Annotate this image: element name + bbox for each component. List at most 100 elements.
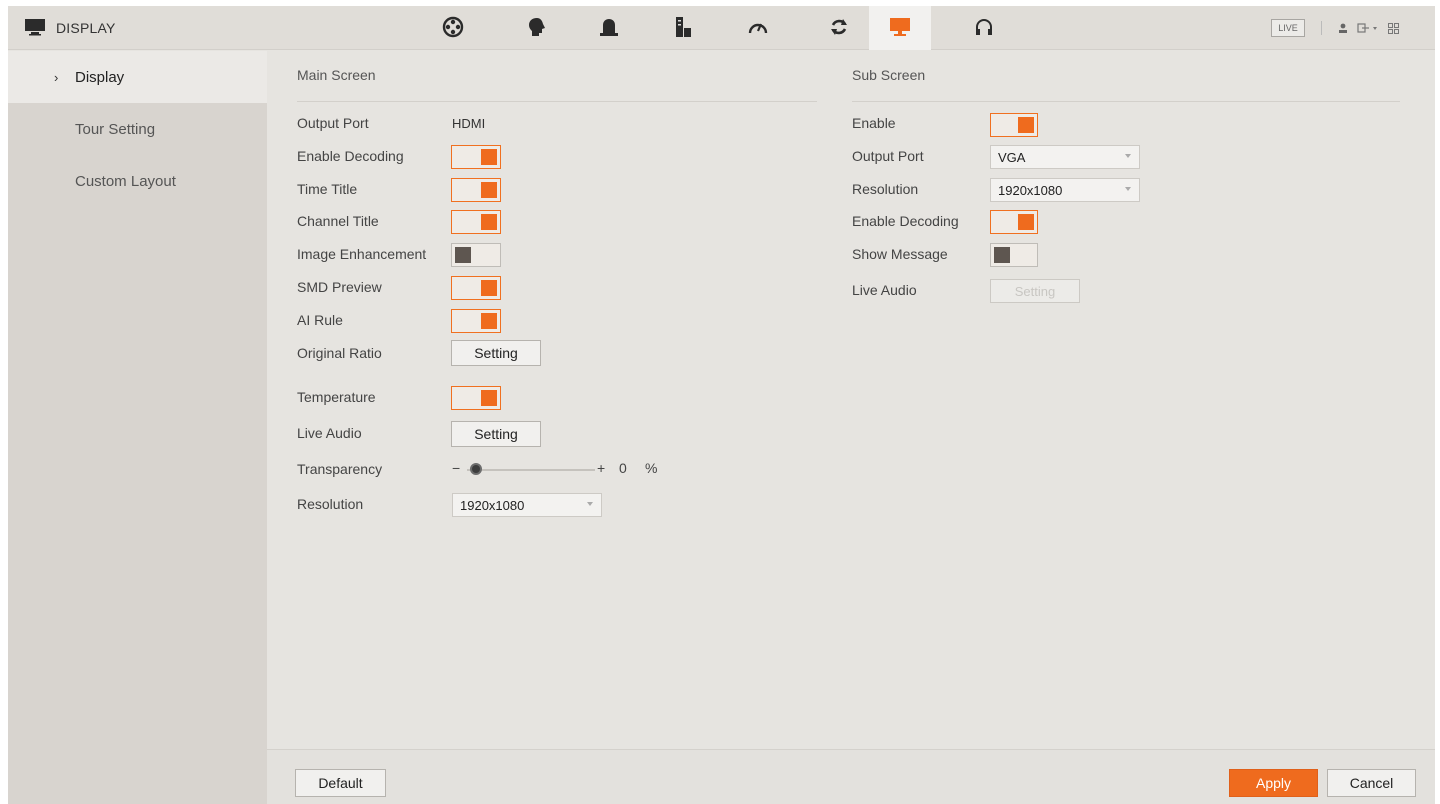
sidebar-item-tour-setting[interactable]: Tour Setting (8, 103, 267, 155)
channel-title-toggle[interactable] (451, 210, 501, 234)
toggle-knob (481, 280, 497, 296)
original-ratio-label: Original Ratio (297, 345, 382, 361)
app-title: DISPLAY (24, 6, 116, 50)
enable-decoding-label: Enable Decoding (297, 148, 404, 164)
temperature-toggle[interactable] (451, 386, 501, 410)
monitor-icon (889, 16, 911, 41)
cancel-button[interactable]: Cancel (1327, 769, 1416, 797)
tab-audio[interactable] (960, 6, 1008, 50)
monitor-icon (24, 18, 46, 39)
toggle-knob (455, 247, 471, 263)
sub-enable-label: Enable (852, 115, 896, 131)
tab-maintenance[interactable] (815, 6, 863, 50)
sidebar-item-display[interactable]: › Display (8, 51, 267, 103)
sidebar-item-label: Display (75, 68, 125, 86)
ai-rule-label: AI Rule (297, 312, 343, 328)
time-title-label: Time Title (297, 181, 358, 197)
sub-output-port-select[interactable]: VGA (990, 145, 1140, 169)
toggle-knob (481, 214, 497, 230)
resolution-label: Resolution (297, 496, 364, 512)
sub-screen-title: Sub Screen (852, 67, 926, 83)
chevron-down-icon (1125, 187, 1131, 191)
image-enhancement-label: Image Enhancement (297, 246, 427, 262)
sub-output-port-value: VGA (998, 149, 1026, 165)
default-button[interactable]: Default (295, 769, 386, 797)
main-screen-title: Main Screen (297, 67, 376, 83)
chevron-down-icon (587, 502, 593, 506)
enable-decoding-toggle[interactable] (451, 145, 501, 169)
main-panel: Main Screen Output Port HDMI Enable Deco… (267, 51, 1435, 749)
sub-enable-decoding-label: Enable Decoding (852, 213, 959, 229)
sub-output-port-label: Output Port (852, 148, 924, 164)
transparency-decrease-button[interactable]: − (452, 460, 460, 476)
tab-display[interactable] (869, 6, 931, 50)
toggle-knob (1018, 214, 1034, 230)
sub-live-audio-label: Live Audio (852, 282, 917, 298)
toggle-knob (481, 390, 497, 406)
divider (297, 101, 817, 102)
transparency-increase-button[interactable]: + (597, 460, 605, 476)
chevron-right-icon: › (54, 69, 59, 85)
toggle-knob (481, 313, 497, 329)
resolution-select[interactable]: 1920x1080 (452, 493, 602, 517)
user-icon[interactable] (1336, 20, 1350, 36)
transparency-unit: % (645, 460, 658, 476)
gauge-icon (747, 18, 769, 39)
sidebar: › Display Tour Setting Custom Layout (8, 51, 267, 804)
divider (852, 101, 1400, 102)
original-ratio-setting-button[interactable]: Setting (451, 340, 541, 366)
sub-resolution-label: Resolution (852, 181, 919, 197)
image-enhancement-toggle[interactable] (451, 243, 501, 267)
apply-button[interactable]: Apply (1229, 769, 1318, 797)
tab-ai[interactable] (513, 6, 561, 50)
sidebar-item-label: Custom Layout (75, 172, 176, 190)
chevron-down-icon (1125, 154, 1131, 158)
output-port-value: HDMI (452, 116, 486, 131)
tab-storage[interactable] (659, 6, 707, 50)
temperature-label: Temperature (297, 389, 376, 405)
sub-live-audio-setting-button[interactable]: Setting (990, 279, 1080, 303)
tab-system-info[interactable] (734, 6, 782, 50)
show-message-toggle[interactable] (990, 243, 1038, 267)
output-port-label: Output Port (297, 115, 369, 131)
live-audio-setting-button[interactable]: Setting (451, 421, 541, 447)
grid-icon[interactable] (1386, 20, 1400, 36)
sub-resolution-value: 1920x1080 (998, 182, 1063, 198)
storage-icon (674, 16, 692, 41)
toggle-knob (481, 182, 497, 198)
divider (1321, 21, 1322, 35)
time-title-toggle[interactable] (451, 178, 501, 202)
refresh-icon (829, 17, 849, 40)
sub-resolution-select[interactable]: 1920x1080 (990, 178, 1140, 202)
page-title: DISPLAY (56, 20, 116, 36)
toggle-knob (1018, 117, 1034, 133)
alarm-bell-icon (598, 17, 620, 40)
film-reel-icon (442, 16, 464, 41)
toggle-knob (994, 247, 1010, 263)
sub-enable-decoding-toggle[interactable] (990, 210, 1038, 234)
show-message-label: Show Message (852, 246, 948, 262)
tab-alarm[interactable] (585, 6, 633, 50)
smd-preview-toggle[interactable] (451, 276, 501, 300)
toggle-knob (481, 149, 497, 165)
ai-rule-toggle[interactable] (451, 309, 501, 333)
smd-preview-label: SMD Preview (297, 279, 382, 295)
app-window: DISPLAY LIVE › Display Tour Setting Cust… (8, 6, 1435, 804)
live-view-button[interactable]: LIVE (1271, 19, 1305, 37)
transparency-slider-thumb[interactable] (470, 463, 482, 475)
transparency-value: 0 (619, 460, 627, 476)
sub-enable-toggle[interactable] (990, 113, 1038, 137)
top-bar: DISPLAY LIVE (8, 6, 1435, 50)
logout-icon[interactable] (1356, 20, 1380, 36)
sidebar-item-label: Tour Setting (75, 120, 156, 138)
headphones-icon (974, 17, 994, 40)
transparency-slider-track[interactable] (467, 469, 595, 471)
transparency-label: Transparency (297, 461, 383, 477)
tab-playback[interactable] (429, 6, 477, 50)
sidebar-item-custom-layout[interactable]: Custom Layout (8, 155, 267, 207)
resolution-select-value: 1920x1080 (460, 497, 525, 513)
brain-icon (527, 17, 547, 40)
live-audio-label: Live Audio (297, 425, 362, 441)
channel-title-label: Channel Title (297, 213, 379, 229)
footer-bar: Default Apply Cancel (267, 749, 1435, 804)
